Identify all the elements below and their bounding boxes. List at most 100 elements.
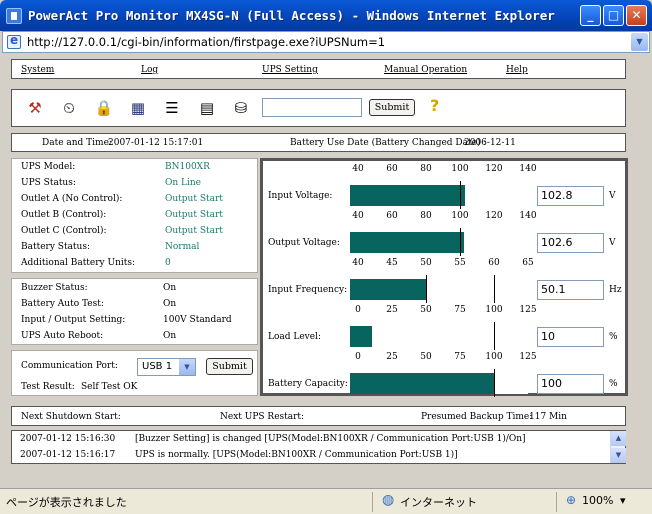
scale-label: 65 bbox=[522, 258, 534, 268]
zoom-level[interactable]: 100% bbox=[582, 494, 613, 507]
scale-label: 60 bbox=[386, 164, 398, 174]
page-content: System Log UPS Setting Manual Operation … bbox=[2, 53, 650, 488]
menu-manual-operation[interactable]: Manual Operation bbox=[384, 65, 467, 75]
scroll-down-icon[interactable]: ▼ bbox=[611, 448, 626, 463]
page-icon bbox=[7, 33, 21, 49]
scale-label: 50 bbox=[420, 305, 432, 315]
comm-submit-button[interactable]: Submit bbox=[206, 358, 253, 375]
scale-label: 40 bbox=[352, 258, 364, 268]
menu-log[interactable]: Log bbox=[141, 65, 158, 75]
log-text: [Buzzer Setting] is changed [UPS(Model:B… bbox=[134, 434, 526, 444]
outlet-c-value: Output Start bbox=[165, 226, 223, 236]
meter-threshold-mark bbox=[460, 228, 461, 256]
log-scrollbar[interactable]: ▲ ▼ bbox=[610, 431, 626, 463]
comm-port-select[interactable]: USB 1 ▼ bbox=[137, 358, 196, 376]
outlet-c-label: Outlet C (Control): bbox=[21, 226, 107, 236]
meter-unit: V bbox=[609, 238, 616, 248]
date-bar: Date and Time: 2007-01-12 15:17:01 Batte… bbox=[11, 133, 626, 152]
scale-label: 60 bbox=[386, 211, 398, 221]
meter-label: Output Voltage: bbox=[268, 238, 340, 248]
title-bar: PowerAct Pro Monitor MX4SG-N (Full Acces… bbox=[0, 0, 652, 31]
meter-label: Battery Capacity: bbox=[268, 379, 348, 389]
backup-time-label: Presumed Backup Time: bbox=[421, 412, 533, 422]
close-button[interactable]: ✕ bbox=[626, 5, 647, 26]
zoom-dropdown-icon[interactable]: ▾ bbox=[620, 494, 626, 507]
scale-label: 25 bbox=[386, 305, 398, 315]
scale-label: 120 bbox=[485, 164, 503, 174]
tools-icon[interactable]: ⚒ bbox=[26, 99, 44, 117]
scale-label: 120 bbox=[485, 211, 503, 221]
meter-bar bbox=[350, 369, 528, 397]
minimize-button[interactable]: _ bbox=[580, 5, 601, 26]
help-icon[interactable]: ? bbox=[430, 96, 439, 115]
search-input[interactable] bbox=[262, 98, 362, 117]
scale-label: 75 bbox=[454, 305, 466, 315]
meter-threshold-mark bbox=[494, 275, 495, 303]
meter-bar-fill bbox=[350, 326, 372, 347]
meter-value: 10 bbox=[537, 327, 604, 347]
log-text: UPS is normally. [UPS(Model:BN100XR / Co… bbox=[134, 450, 458, 460]
additional-battery-label: Additional Battery Units: bbox=[21, 258, 136, 268]
scale-label: 80 bbox=[420, 211, 432, 221]
battery-date-value: 2006-12-11 bbox=[464, 138, 516, 148]
meter-bar bbox=[350, 228, 528, 256]
battery-status-value: Normal bbox=[165, 242, 200, 252]
menu-ups-setting[interactable]: UPS Setting bbox=[262, 65, 318, 75]
next-shutdown-label: Next Shutdown Start: bbox=[21, 412, 121, 422]
meter-bar bbox=[350, 275, 528, 303]
comm-port-label: Communication Port: bbox=[21, 361, 118, 371]
meter-unit: Hz bbox=[609, 285, 622, 295]
meter-unit: % bbox=[609, 332, 618, 342]
toolbar-submit-button[interactable]: Submit bbox=[369, 99, 415, 116]
address-dropdown-button[interactable]: ▼ bbox=[631, 33, 648, 51]
globe-icon: ◍ bbox=[382, 492, 395, 508]
scale-label: 125 bbox=[519, 352, 537, 362]
scale-label: 45 bbox=[386, 258, 398, 268]
meter-threshold-mark bbox=[494, 369, 495, 397]
binoculars-icon[interactable]: ⛁ bbox=[232, 99, 250, 117]
battery-status-label: Battery Status: bbox=[21, 242, 90, 252]
meter-value: 102.8 bbox=[537, 186, 604, 206]
meter-panel: 40 60 80 100 120 140 Input Voltage: 102.8 V 40 60 8… bbox=[260, 158, 628, 397]
meter-value: 100 bbox=[537, 374, 604, 394]
list-icon[interactable]: ☰ bbox=[163, 99, 181, 117]
menu-system[interactable]: System bbox=[21, 65, 54, 75]
schedule-bar: Next Shutdown Start: Next UPS Restart: P… bbox=[11, 406, 626, 426]
maximize-button[interactable]: □ bbox=[603, 5, 624, 26]
test-result-value: Self Test OK bbox=[81, 382, 138, 392]
settings-panel: Buzzer Status: On Battery Auto Test: On … bbox=[11, 278, 258, 345]
scale-label: 60 bbox=[488, 258, 500, 268]
zoom-icon[interactable]: ⊕ bbox=[566, 493, 576, 507]
address-url[interactable]: http://127.0.0.1/cgi-bin/information/fir… bbox=[27, 35, 385, 49]
additional-battery-value: 0 bbox=[165, 258, 171, 268]
window-title: PowerAct Pro Monitor MX4SG-N (Full Acces… bbox=[28, 8, 555, 23]
schedule-icon[interactable]: ⏲ bbox=[60, 99, 78, 117]
table-icon[interactable]: ▦ bbox=[129, 99, 147, 117]
status-bar: ページが表示されました ◍ インターネット ⊕ 100% ▾ bbox=[0, 488, 652, 514]
date-value: 2007-01-12 15:17:01 bbox=[108, 138, 204, 148]
ups-status-value: On Line bbox=[165, 178, 202, 188]
date-label: Date and Time: bbox=[42, 138, 112, 148]
meter-bar-fill bbox=[350, 373, 494, 394]
lock-icon[interactable]: 🔒 bbox=[95, 99, 114, 117]
status-text: ページが表示されました bbox=[6, 496, 127, 509]
battery-date-label: Battery Use Date (Battery Changed Date) … bbox=[290, 138, 487, 148]
meter-value: 50.1 bbox=[537, 280, 604, 300]
chevron-down-icon[interactable]: ▼ bbox=[179, 359, 195, 375]
scroll-up-icon[interactable]: ▲ bbox=[611, 431, 626, 446]
meter-threshold-mark bbox=[426, 275, 427, 303]
meter-threshold-mark bbox=[460, 181, 461, 209]
comm-port-value: USB 1 bbox=[142, 361, 173, 372]
log-entry: 2007-01-12 15:16:30 [Buzzer Setting] is … bbox=[20, 434, 526, 444]
address-bar[interactable]: http://127.0.0.1/cgi-bin/information/fir… bbox=[2, 31, 650, 53]
notes-icon[interactable]: ▤ bbox=[198, 99, 216, 117]
scale-label: 100 bbox=[485, 305, 503, 315]
auto-reboot-label: UPS Auto Reboot: bbox=[21, 331, 104, 341]
menu-help[interactable]: Help bbox=[506, 65, 528, 75]
meter-unit: % bbox=[609, 379, 618, 389]
scale-label: 50 bbox=[420, 258, 432, 268]
scale-label: 125 bbox=[519, 305, 537, 315]
meter-label: Input Frequency: bbox=[268, 285, 348, 295]
test-result-label: Test Result: bbox=[21, 382, 75, 392]
io-setting-label: Input / Output Setting: bbox=[21, 315, 126, 325]
